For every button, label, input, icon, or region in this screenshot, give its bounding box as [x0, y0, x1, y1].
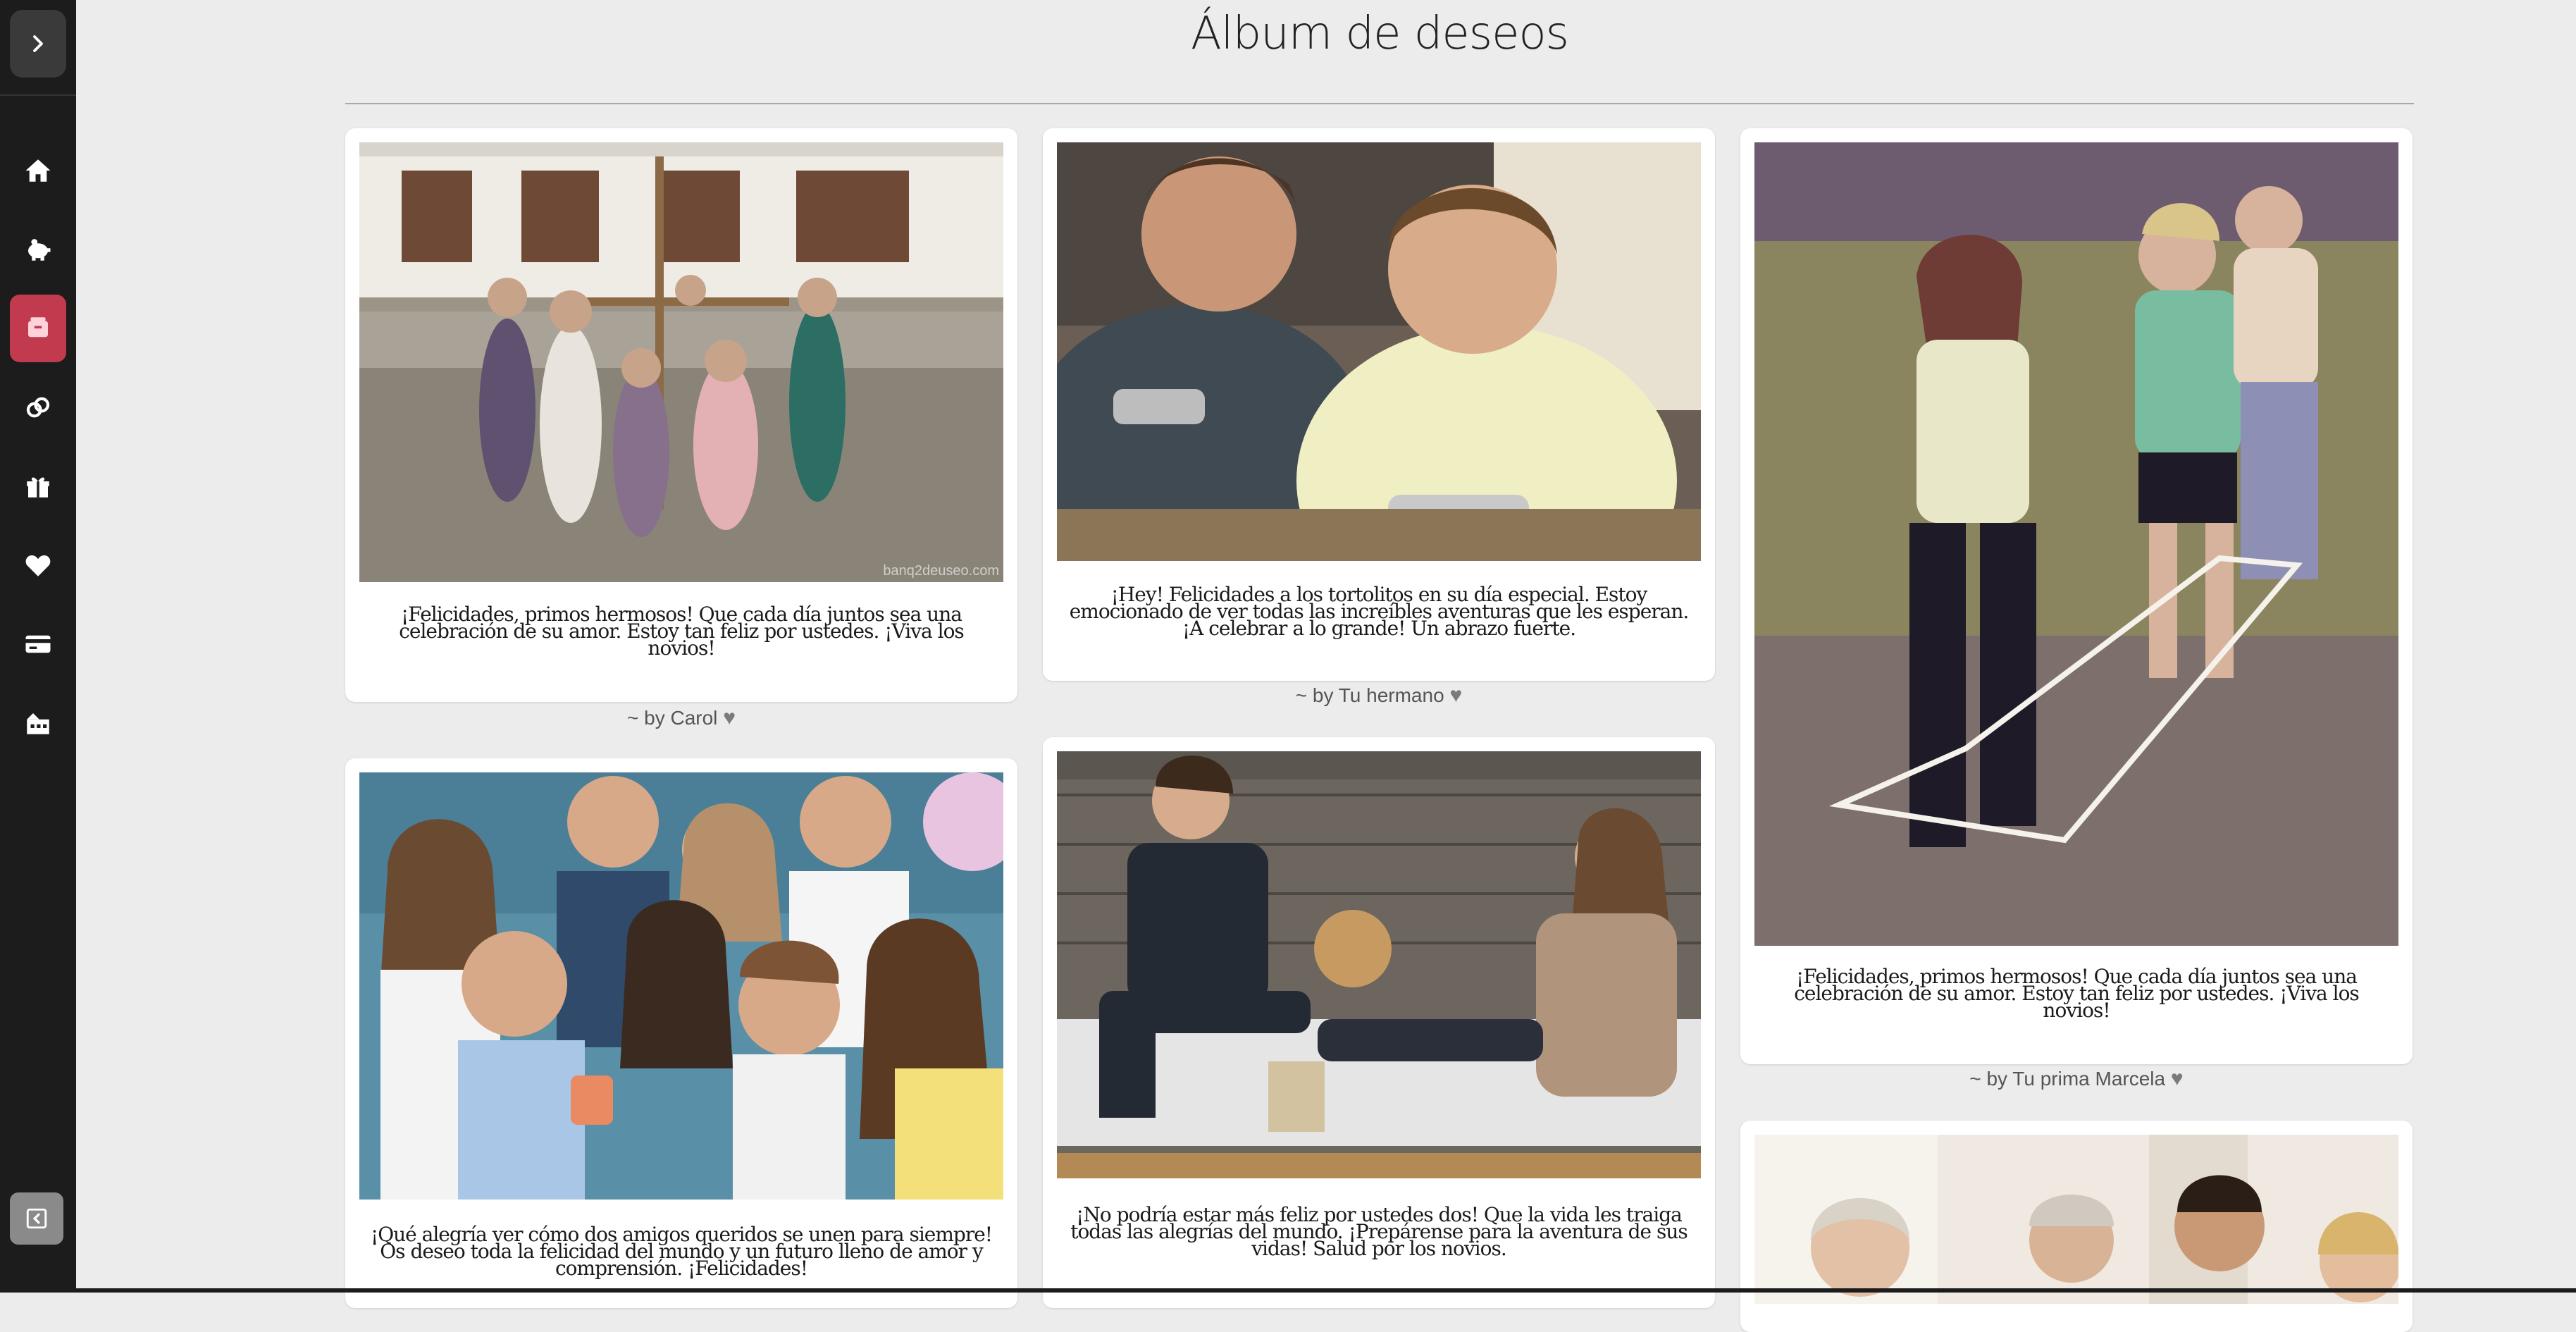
- wish-author-name: ~ by Carol: [627, 707, 718, 729]
- wish-card[interactable]: ¡No podría estar más feliz por ustedes d…: [1043, 737, 1715, 1308]
- hotel-icon: [27, 713, 49, 734]
- wish-card[interactable]: ¡Felicidades, primos hermosos! Que cada …: [1740, 128, 2413, 1064]
- sidebar-item-album[interactable]: [10, 295, 66, 362]
- heart-icon: ♥: [2170, 1067, 2184, 1090]
- piggy-bank-icon: [28, 239, 51, 261]
- photo-watermark: banq2deuseo.com: [883, 563, 999, 579]
- credit-card-icon: [25, 635, 51, 653]
- chevron-right-icon: [33, 35, 43, 52]
- wish-card[interactable]: ¡Hey! Felicidades a los tortolitos en su…: [1043, 128, 1715, 681]
- wish-message: ¡Hey! Felicidades a los tortolitos en su…: [1069, 583, 1690, 640]
- heart-icon: ♥: [1449, 684, 1463, 707]
- wish-card[interactable]: [1740, 1121, 2413, 1332]
- wish-photo: [1057, 142, 1701, 561]
- sidebar-collapse-button[interactable]: [10, 1192, 63, 1245]
- wish-photo: banq2deuseo.com: [359, 142, 1003, 582]
- bottom-edge: [0, 1288, 2576, 1293]
- wish-message: ¡No podría estar más feliz por ustedes d…: [1070, 1203, 1688, 1260]
- wish-author-name: ~ by Tu prima Marcela: [1969, 1068, 2166, 1090]
- collapse-left-icon: [26, 1208, 47, 1229]
- wish-author: ~ by Tu prima Marcela ♥: [1740, 1067, 2413, 1091]
- wish-author: ~ by Carol ♥: [345, 706, 1017, 730]
- wish-author-name: ~ by Tu hermano: [1295, 684, 1444, 706]
- sidebar-divider: [0, 94, 76, 96]
- wish-photo: [1754, 1135, 2398, 1304]
- heart-icon: [25, 555, 51, 576]
- album-icon: [28, 317, 48, 338]
- sidebar-item-rings[interactable]: [10, 374, 66, 441]
- sidebar: [0, 0, 76, 1293]
- sidebar-item-gifts[interactable]: [10, 452, 66, 520]
- title-divider: [345, 103, 2414, 104]
- wish-card[interactable]: ¡Qué alegría ver cómo dos amigos querido…: [345, 758, 1017, 1308]
- wish-message: ¡Felicidades, primos hermosos! Que cada …: [1794, 965, 2360, 1022]
- sidebar-item-lodging[interactable]: [10, 689, 66, 757]
- wish-message: ¡Qué alegría ver cómo dos amigos querido…: [370, 1223, 993, 1280]
- gift-icon: [27, 477, 49, 498]
- wish-photo: [359, 772, 1003, 1200]
- sidebar-item-savings[interactable]: [10, 216, 66, 283]
- page-title: Álbum de deseos: [1191, 8, 1569, 60]
- home-icon: [25, 159, 51, 182]
- heart-icon: ♥: [723, 706, 736, 729]
- wish-author: ~ by Tu hermano ♥: [1043, 684, 1715, 708]
- wish-card[interactable]: banq2deuseo.com ¡Felicidades, primos her…: [345, 128, 1017, 702]
- sidebar-item-favorites[interactable]: [10, 531, 66, 599]
- sidebar-toggle-button[interactable]: [10, 10, 66, 78]
- wish-photo: [1057, 751, 1701, 1178]
- sidebar-item-home[interactable]: [10, 137, 66, 204]
- wish-photo: [1754, 142, 2398, 946]
- sidebar-item-payments[interactable]: [10, 610, 66, 678]
- wish-message: ¡Felicidades, primos hermosos! Que cada …: [399, 603, 965, 660]
- rings-icon: [26, 397, 50, 418]
